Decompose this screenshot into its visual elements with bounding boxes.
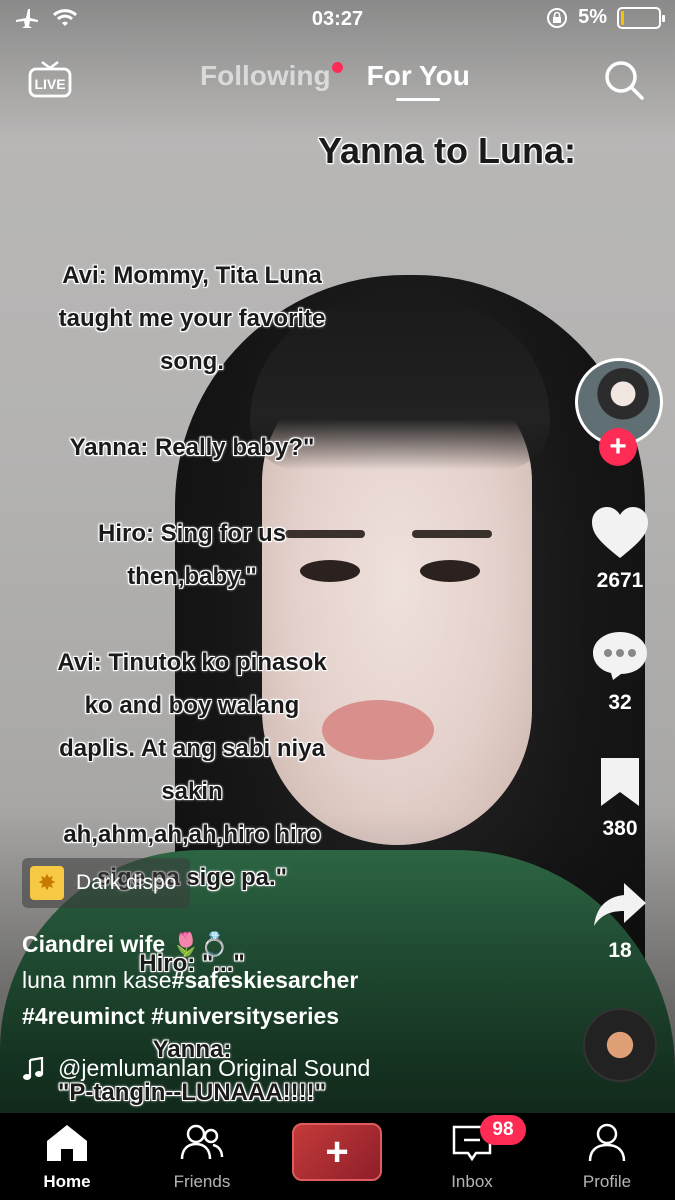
rotation-lock-icon — [547, 7, 568, 28]
plus-icon: + — [325, 1129, 349, 1174]
nav-inbox-label: Inbox — [451, 1172, 493, 1191]
nav-friends-label: Friends — [173, 1172, 231, 1191]
sparkle-icon: ✸ — [30, 866, 64, 900]
live-button[interactable]: LIVE — [28, 60, 72, 98]
nav-profile[interactable]: Profile — [552, 1123, 662, 1192]
overlay-line: song. — [160, 348, 224, 375]
share-count: 18 — [608, 939, 632, 962]
overlay-line: ko and boy walang — [84, 692, 300, 719]
effect-tag[interactable]: ✸ Dark dispo — [22, 858, 191, 908]
overlay-line: ah,ahm,ah,ah,hiro hiro — [63, 821, 321, 848]
status-right: 5% — [546, 6, 665, 29]
status-bar: 03:27 5% — [0, 0, 675, 38]
like-button[interactable]: 2671 — [575, 506, 665, 593]
tab-for-you[interactable]: For You — [367, 60, 470, 101]
overlay-line: sakin — [161, 778, 223, 805]
friends-icon — [180, 1124, 224, 1160]
sound-link[interactable]: @jemlumanlan Original Sound — [22, 1055, 370, 1082]
save-button[interactable]: 380 — [575, 756, 665, 841]
overlay-line: Hiro: Sing for us — [98, 520, 286, 547]
tab-following[interactable]: Following — [200, 60, 343, 101]
video-caption: Ciandrei wife 🌷💍 luna nmn kase#safeskies… — [22, 926, 562, 1034]
create-button[interactable]: + — [292, 1123, 382, 1181]
music-note-icon — [23, 1056, 44, 1080]
overlay-title: Yanna to Luna: — [318, 130, 577, 171]
caption-text-line: luna nmn kase#safeskiesarcher — [22, 962, 562, 998]
sound-disc[interactable] — [583, 1008, 657, 1082]
share-button[interactable]: 18 — [575, 880, 665, 963]
profile-icon — [588, 1123, 626, 1162]
home-icon — [47, 1125, 87, 1161]
creator-username[interactable]: Ciandrei wife 🌷💍 — [22, 926, 562, 962]
nav-profile-label: Profile — [582, 1172, 632, 1191]
comment-button[interactable]: 32 — [575, 630, 665, 715]
nav-home-label: Home — [43, 1172, 91, 1191]
caption-hashtag-line: #4reuminct #universityseries — [22, 998, 562, 1034]
overlay-line: Yanna: Really baby?" — [69, 434, 315, 461]
follow-button[interactable]: + — [599, 428, 637, 466]
overlay-line: Avi: Mommy, Tita Luna — [62, 262, 322, 289]
caption-text: luna nmn kase — [22, 967, 172, 993]
tab-following-label: Following — [200, 60, 331, 91]
search-icon — [605, 61, 644, 100]
battery-percent: 5% — [578, 6, 607, 28]
overlay-line — [30, 383, 354, 426]
overlay-line: Avi: Tinutok ko pinasok — [57, 649, 327, 676]
hashtag[interactable]: #4reuminct — [22, 1003, 145, 1029]
sound-title: @jemlumanlan Original Sound — [58, 1055, 371, 1081]
hashtag[interactable]: #safeskiesarcher — [172, 967, 359, 993]
overlay-line: taught me your favorite — [58, 305, 326, 332]
tab-for-you-label: For You — [366, 60, 470, 91]
heart-icon — [592, 507, 648, 558]
bookmark-icon — [601, 758, 639, 806]
inbox-badge: 98 — [480, 1115, 526, 1145]
nav-home[interactable]: Home — [12, 1123, 122, 1192]
live-tv-icon: LIVE — [28, 61, 72, 98]
active-tab-indicator — [396, 98, 441, 101]
search-button[interactable] — [602, 58, 646, 102]
notification-dot — [331, 62, 343, 73]
comment-count: 32 — [608, 691, 632, 714]
comment-icon — [593, 632, 647, 680]
save-count: 380 — [602, 817, 638, 840]
svg-text:LIVE: LIVE — [34, 76, 65, 92]
plus-icon: + — [609, 430, 627, 463]
battery-icon — [617, 6, 665, 29]
share-arrow-icon — [594, 883, 646, 926]
overlay-line — [30, 598, 354, 641]
overlay-line: then,baby." — [127, 563, 257, 590]
effect-label: Dark dispo — [76, 871, 177, 894]
hashtag[interactable]: #universityseries — [151, 1003, 339, 1029]
like-count: 2671 — [596, 569, 644, 592]
feed-tabs: Following For You — [200, 60, 470, 101]
brow-right — [412, 530, 492, 538]
top-nav: LIVE Following For You — [0, 52, 675, 104]
overlay-line — [30, 469, 354, 512]
nav-friends[interactable]: Friends — [147, 1123, 257, 1192]
eye-right — [420, 560, 480, 582]
bottom-nav: Home Friends + Inbox 98 Profile — [0, 1113, 675, 1200]
overlay-line: daplis. At ang sabi niya — [59, 735, 325, 762]
